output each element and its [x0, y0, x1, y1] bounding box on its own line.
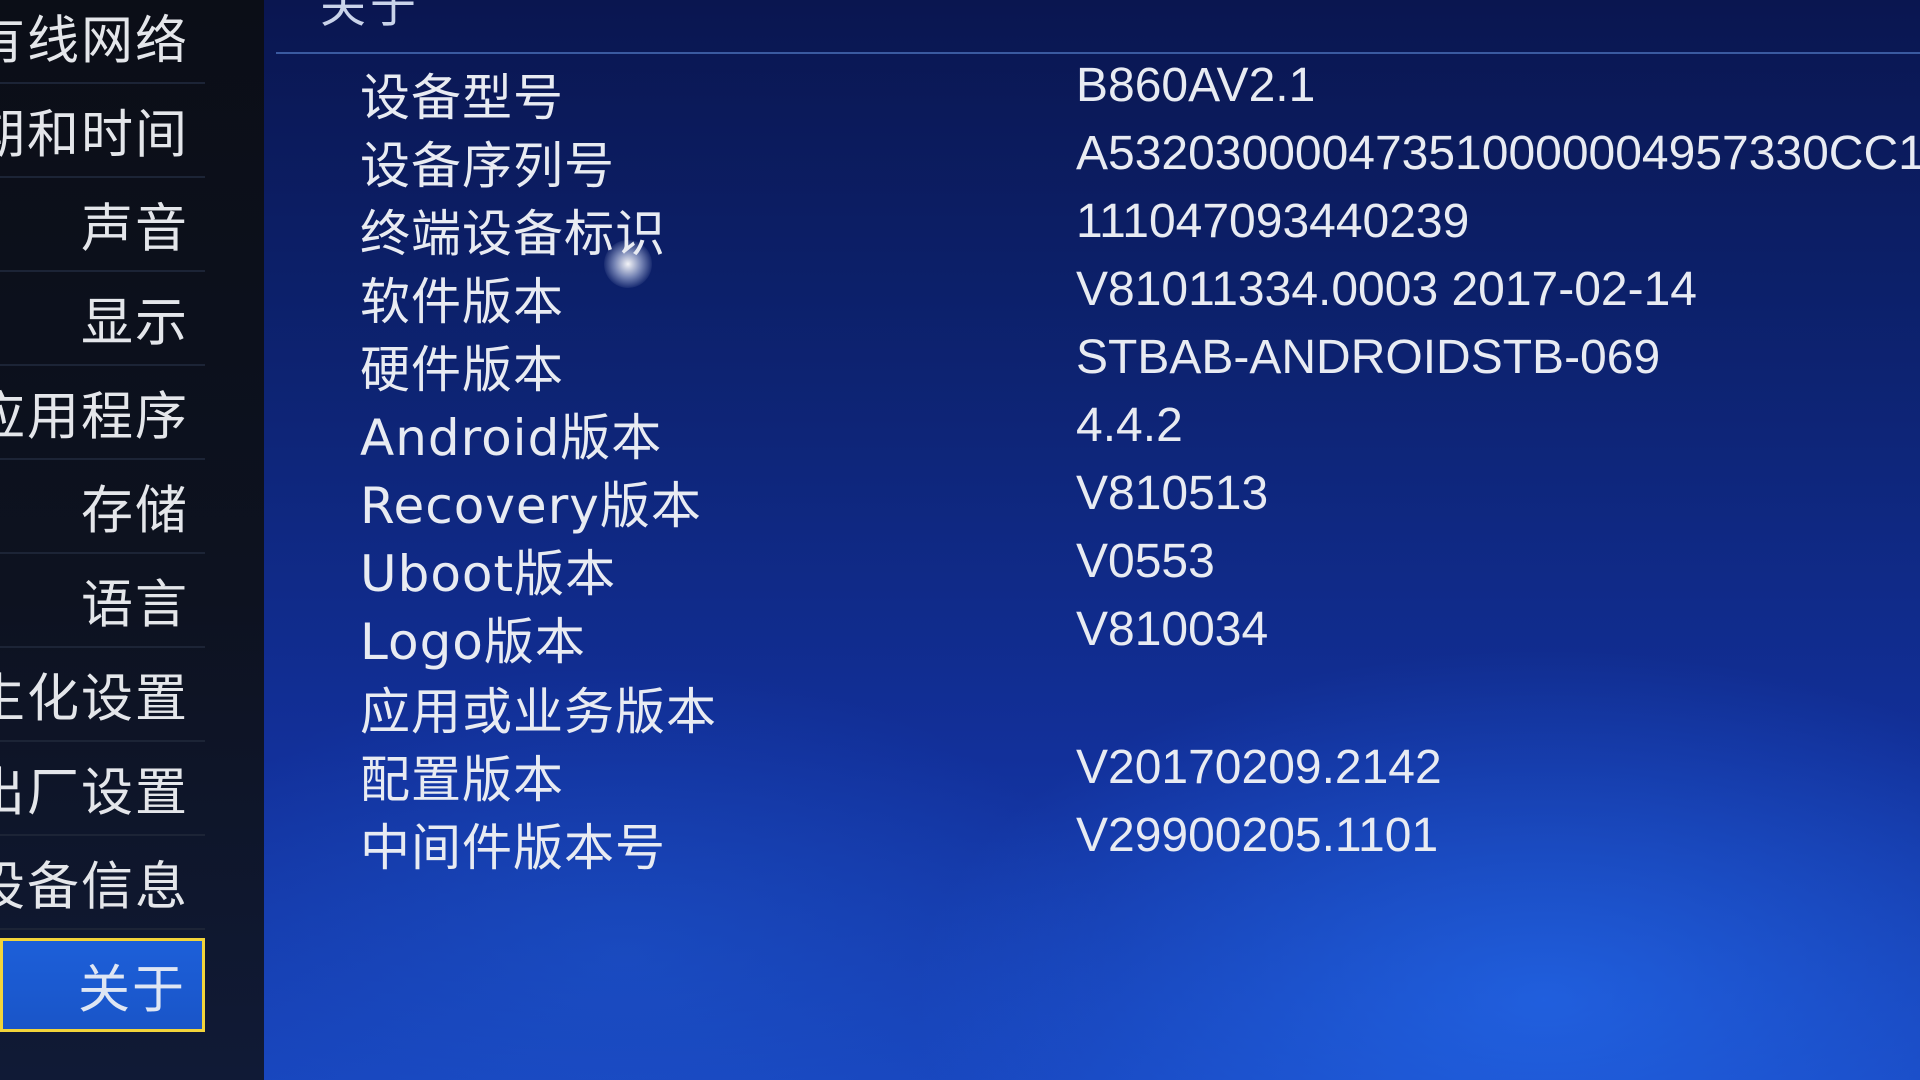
- info-key: 中间件版本号: [360, 819, 666, 877]
- info-key: 配置版本: [360, 751, 564, 809]
- sidebar-item-storage[interactable]: 存储: [0, 460, 205, 554]
- sidebar-item-sound[interactable]: 声音: [0, 178, 205, 272]
- info-row-terminal-id: 终端设备标识 111047093440239: [264, 194, 1920, 263]
- info-value: V810513: [1076, 467, 1269, 520]
- info-key: Uboot版本: [360, 545, 617, 603]
- sidebar-item-label: 应用程序: [0, 387, 189, 448]
- info-value: V29900205.1101: [1076, 809, 1439, 862]
- sidebar-item-language[interactable]: 语言: [0, 554, 205, 648]
- info-value: V0553: [1076, 535, 1215, 588]
- sidebar-item-personalization[interactable]: 生化设置: [0, 648, 205, 742]
- info-row-app-service-version: 应用或业务版本: [264, 672, 1920, 741]
- info-row-config-version: 配置版本 V20170209.2142: [264, 740, 1920, 809]
- info-key: Recovery版本: [360, 477, 702, 535]
- info-row-middleware-version: 中间件版本号 V29900205.1101: [264, 808, 1920, 877]
- sidebar-item-label: 有线网络: [0, 11, 189, 72]
- settings-screen: 有线网络 期和时间 声音 显示 应用程序 存储 语言 生化设置: [0, 0, 1920, 1080]
- sidebar-item-label: 期和时间: [0, 105, 189, 166]
- info-row-software-version: 软件版本 V81011334.0003 2017-02-14: [264, 262, 1920, 331]
- info-row-device-model: 设备型号 B860AV2.1: [264, 58, 1920, 127]
- info-key: Logo版本: [360, 613, 586, 671]
- sidebar: 有线网络 期和时间 声音 显示 应用程序 存储 语言 生化设置: [0, 0, 264, 1080]
- info-value: B860AV2.1: [1076, 59, 1316, 112]
- info-row-recovery-version: Recovery版本 V810513: [264, 466, 1920, 535]
- info-key: 应用或业务版本: [360, 683, 717, 741]
- info-row-logo-version: Logo版本 V810034: [264, 602, 1920, 671]
- info-row-uboot-version: Uboot版本 V0553: [264, 534, 1920, 603]
- sidebar-item-label: 存储: [80, 481, 189, 542]
- about-panel: 关于 设备型号 B860AV2.1 设备序列号 A532030000473510…: [264, 0, 1920, 1080]
- info-key: 设备序列号: [360, 137, 615, 195]
- info-key: Android版本: [360, 409, 663, 467]
- info-key: 软件版本: [360, 273, 564, 331]
- sidebar-item-wired-network[interactable]: 有线网络: [0, 0, 205, 84]
- page-title: 关于: [320, 0, 420, 33]
- sidebar-item-label: 关于: [77, 960, 186, 1021]
- sidebar-item-label: 出厂设置: [0, 763, 189, 824]
- info-row-serial-number: 设备序列号 A532030000473510000004957330CC1: [264, 126, 1920, 195]
- info-value: A532030000473510000004957330CC1: [1076, 127, 1920, 180]
- info-key: 终端设备标识: [360, 205, 666, 263]
- info-value: V20170209.2142: [1076, 741, 1442, 794]
- sidebar-item-applications[interactable]: 应用程序: [0, 366, 205, 460]
- info-key: 设备型号: [360, 69, 564, 127]
- info-row-hardware-version: 硬件版本 STBAB-ANDROIDSTB-069: [264, 330, 1920, 399]
- sidebar-item-factory-settings[interactable]: 出厂设置: [0, 742, 205, 836]
- sidebar-item-label: 语言: [80, 575, 189, 636]
- sidebar-item-label: 声音: [80, 199, 189, 260]
- sidebar-item-about[interactable]: 关于: [0, 938, 205, 1032]
- info-value: 111047093440239: [1076, 195, 1470, 248]
- info-row-android-version: Android版本 4.4.2: [264, 398, 1920, 467]
- sidebar-item-device-info[interactable]: 设备信息: [0, 836, 205, 930]
- sidebar-item-label: 生化设置: [0, 669, 189, 730]
- info-value: 4.4.2: [1076, 399, 1183, 452]
- sidebar-item-display[interactable]: 显示: [0, 272, 205, 366]
- sidebar-item-label: 显示: [80, 293, 189, 354]
- sidebar-item-label: 设备信息: [0, 857, 189, 918]
- info-value: V81011334.0003 2017-02-14: [1076, 263, 1697, 316]
- title-divider: [276, 52, 1920, 54]
- info-key: 硬件版本: [360, 341, 564, 399]
- info-value: V810034: [1076, 603, 1269, 656]
- info-value: STBAB-ANDROIDSTB-069: [1076, 331, 1661, 384]
- sidebar-item-date-time[interactable]: 期和时间: [0, 84, 205, 178]
